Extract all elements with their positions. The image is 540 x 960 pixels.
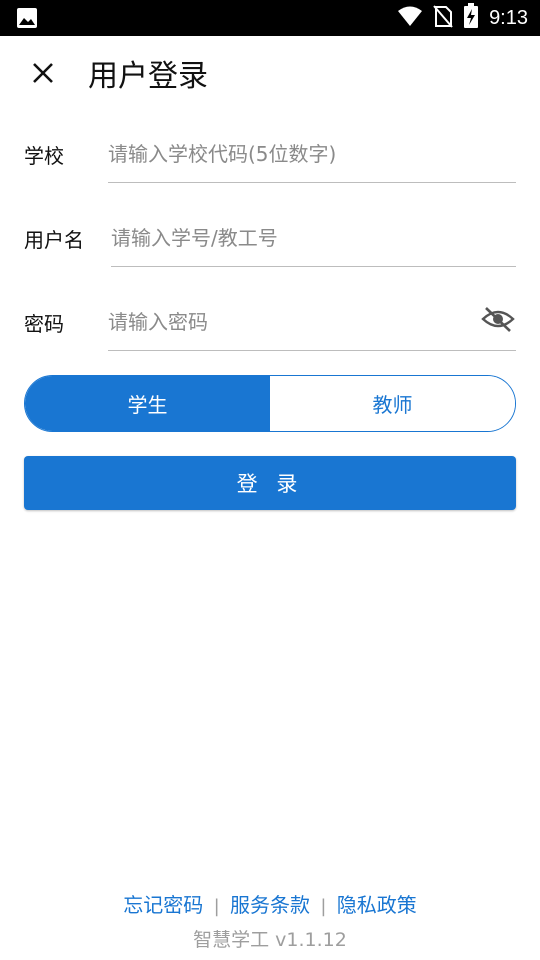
school-underline — [108, 182, 516, 183]
school-label: 学校 — [24, 144, 64, 168]
login-screen: 9:13 用户登录 学校 用户名 密码 — [0, 0, 540, 960]
close-button[interactable] — [26, 58, 60, 92]
username-field-row: 用户名 — [0, 202, 540, 272]
username-label: 用户名 — [24, 228, 84, 252]
app-header: 用户登录 — [0, 36, 540, 112]
image-icon — [16, 7, 38, 29]
footer-separator: | — [213, 896, 220, 917]
footer-links: 忘记密码 | 服务条款 | 隐私政策 — [0, 889, 540, 918]
privacy-link[interactable]: 隐私政策 — [337, 893, 417, 917]
password-label: 密码 — [24, 312, 64, 336]
role-toggle: 学生 教师 — [24, 375, 516, 432]
role-teacher-option[interactable]: 教师 — [270, 376, 515, 431]
status-time: 9:13 — [489, 6, 528, 29]
terms-link[interactable]: 服务条款 — [230, 893, 310, 917]
school-code-input[interactable] — [108, 128, 516, 180]
status-icons: 9:13 — [397, 0, 528, 36]
no-sim-icon — [433, 4, 453, 32]
close-icon — [31, 61, 55, 89]
password-field-row: 密码 — [0, 286, 540, 356]
school-field-row: 学校 — [0, 118, 540, 188]
forgot-password-link[interactable]: 忘记密码 — [123, 893, 203, 917]
wifi-icon — [397, 5, 423, 31]
username-input[interactable] — [111, 212, 516, 264]
status-bar: 9:13 — [0, 0, 540, 36]
app-version: 智慧学工 v1.1.12 — [193, 929, 347, 951]
eye-off-icon — [481, 305, 515, 337]
password-visibility-toggle[interactable] — [480, 306, 516, 336]
username-underline — [111, 266, 516, 267]
login-button[interactable]: 登 录 — [24, 456, 516, 510]
role-student-option[interactable]: 学生 — [25, 376, 270, 431]
password-underline — [108, 350, 516, 351]
password-input[interactable] — [108, 296, 468, 348]
footer-separator: | — [320, 896, 327, 917]
page-title: 用户登录 — [88, 59, 208, 94]
battery-charging-icon — [463, 3, 479, 33]
